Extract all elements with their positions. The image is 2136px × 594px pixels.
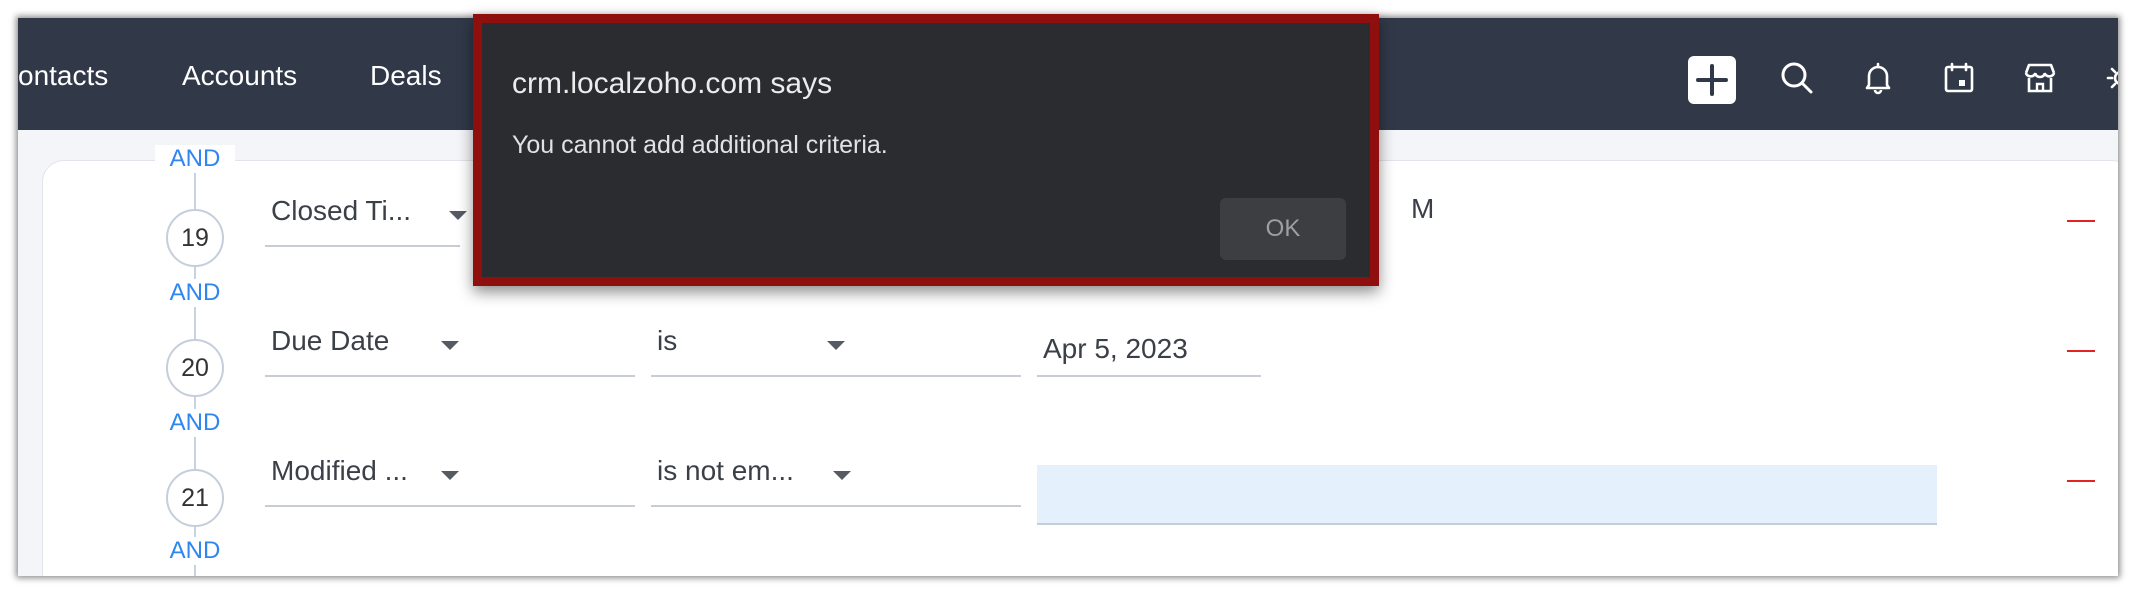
and-label: AND: [155, 279, 235, 307]
minus-icon: [2067, 350, 2095, 352]
field-select-21[interactable]: Modified ...: [265, 441, 635, 507]
chevron-down-icon: [441, 341, 459, 350]
field-select-20-value: Due Date: [271, 325, 390, 356]
criteria-number-20: 20: [166, 339, 224, 397]
field-select-19-value: Closed Ti...: [271, 195, 412, 226]
operator-select-21-value: is not em...: [657, 455, 794, 486]
dialog-title: crm.localzoho.com says: [512, 67, 833, 100]
and-label: AND: [155, 409, 235, 437]
gear-icon: [2106, 67, 2118, 89]
plus-icon: [1696, 64, 1728, 96]
search-button[interactable]: [1773, 54, 1821, 102]
operator-select-20-value: is: [657, 325, 678, 356]
search-icon: [1781, 62, 1813, 94]
chevron-down-icon: [449, 211, 467, 220]
nav-item-accounts[interactable]: Accounts: [182, 60, 297, 92]
settings-button[interactable]: [2097, 54, 2118, 102]
criteria-number-19: 19: [166, 209, 224, 267]
minus-icon: [2067, 220, 2095, 222]
calendar-button[interactable]: [1935, 54, 1983, 102]
chevron-down-icon: [827, 341, 845, 350]
value-input-21[interactable]: [1037, 465, 1937, 525]
field-select-19[interactable]: Closed Ti...: [265, 181, 467, 247]
value-field-19-text: M: [1411, 193, 1435, 224]
date-field-20-value: Apr 5, 2023: [1043, 333, 1188, 364]
remove-criteria-19[interactable]: [2065, 211, 2097, 231]
operator-select-20[interactable]: is: [651, 311, 1021, 377]
operator-select-21[interactable]: is not em...: [651, 441, 1021, 507]
ok-button[interactable]: OK: [1220, 198, 1346, 260]
remove-criteria-20[interactable]: [2065, 341, 2097, 361]
notifications-button[interactable]: [1854, 54, 1902, 102]
marketplace-icon: [2024, 63, 2056, 93]
date-field-20[interactable]: Apr 5, 2023: [1037, 311, 1261, 377]
and-label: AND: [155, 537, 235, 565]
calendar-icon: [1944, 62, 1974, 93]
remove-criteria-21[interactable]: [2065, 471, 2097, 491]
nav-item-deals[interactable]: Deals: [370, 60, 442, 92]
nav-item-contacts[interactable]: ontacts: [18, 60, 108, 92]
minus-icon: [2067, 480, 2095, 482]
add-button[interactable]: [1688, 56, 1736, 104]
bell-icon: [1865, 62, 1891, 95]
field-select-20[interactable]: Due Date: [265, 311, 635, 377]
field-select-21-value: Modified ...: [271, 455, 408, 486]
and-label: AND: [155, 145, 235, 173]
dialog-message: You cannot add additional criteria.: [512, 131, 888, 159]
chevron-down-icon: [441, 471, 459, 480]
chevron-down-icon: [833, 471, 851, 480]
marketplace-button[interactable]: [2016, 54, 2064, 102]
criteria-number-21: 21: [166, 469, 224, 527]
alert-dialog: crm.localzoho.com says You cannot add ad…: [473, 14, 1379, 286]
